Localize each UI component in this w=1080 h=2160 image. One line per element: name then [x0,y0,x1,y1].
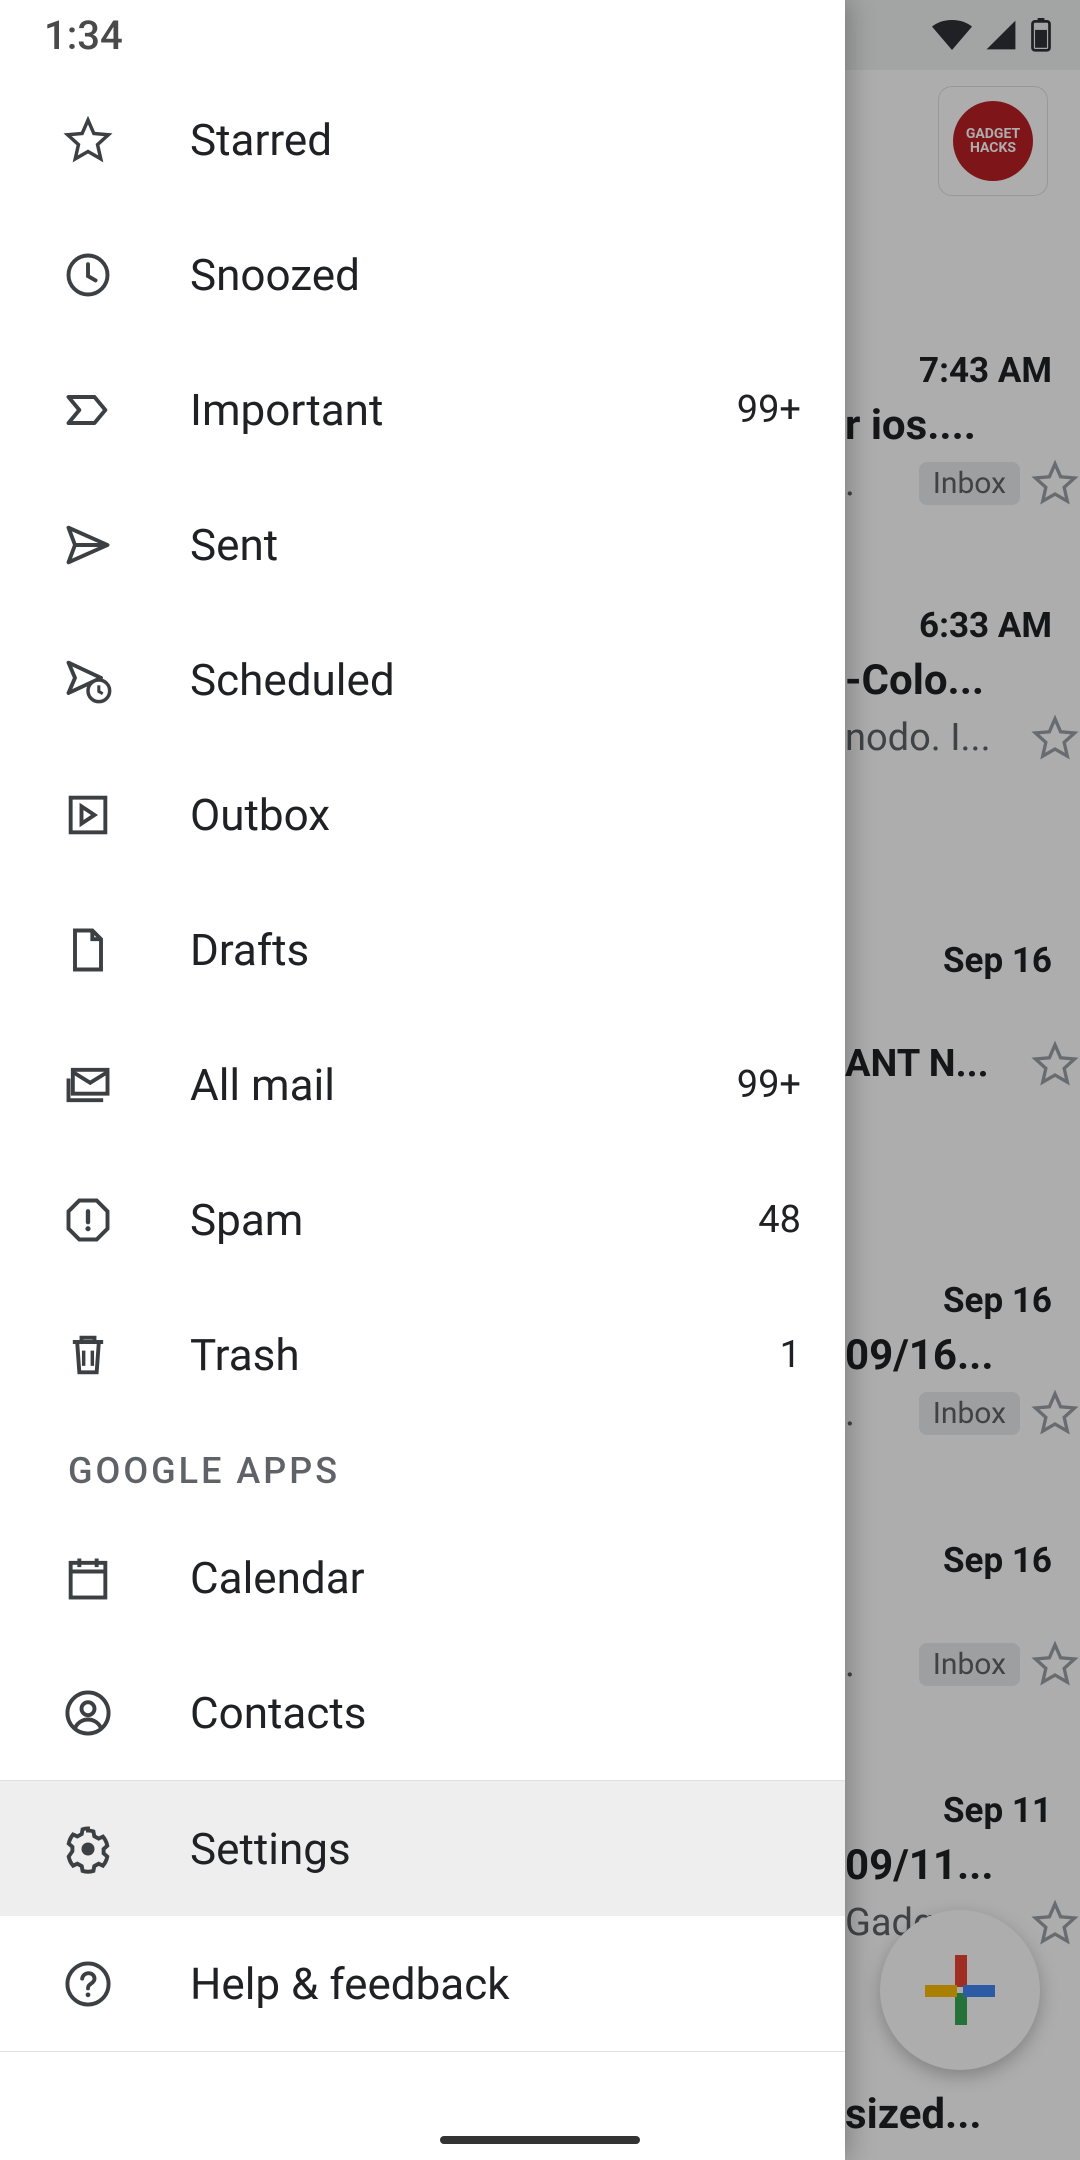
status-time: 1:34 [44,12,123,59]
clock-icon [62,249,114,301]
drawer-item-label: Settings [190,1823,801,1875]
drawer-section-header: GOOGLE APPS [0,1422,845,1510]
drawer-item-allmail[interactable]: All mail 99+ [0,1017,845,1152]
drawer-item-label: Important [190,384,737,436]
drawer-item-label: Sent [190,519,801,571]
file-icon [62,924,114,976]
drawer-item-label: Spam [190,1194,758,1246]
important-label-icon [62,384,114,436]
send-icon [62,519,114,571]
drawer-item-sent[interactable]: Sent [0,477,845,612]
drawer-scrim[interactable] [845,0,1080,2160]
divider [0,2051,845,2052]
outbox-icon [62,789,114,841]
drawer-item-label: All mail [190,1059,737,1111]
drawer-item-trash[interactable]: Trash 1 [0,1287,845,1422]
drawer-item-label: Trash [190,1329,780,1381]
navigation-drawer: Starred Snoozed Important 99+ Sent [0,0,845,2160]
gesture-nav-handle[interactable] [440,2136,640,2144]
drawer-item-starred[interactable]: Starred [0,72,845,207]
drawer-item-important[interactable]: Important 99+ [0,342,845,477]
scheduled-send-icon [62,654,114,706]
wifi-icon [932,19,972,51]
star-outline-icon [62,114,114,166]
calendar-icon [62,1552,114,1604]
drawer-item-label: Starred [190,114,801,166]
drawer-item-count: 48 [758,1198,801,1242]
battery-icon [1030,18,1052,52]
drawer-item-settings[interactable]: Settings [0,1781,845,1916]
drawer-item-label: Drafts [190,924,801,976]
person-circle-icon [62,1687,114,1739]
gear-icon [62,1823,114,1875]
drawer-item-label: Snoozed [190,249,801,301]
drawer-item-scheduled[interactable]: Scheduled [0,612,845,747]
drawer-item-label: Contacts [190,1687,801,1739]
drawer-item-label: Calendar [190,1552,801,1604]
status-bar: 1:34 [0,0,1080,70]
drawer-item-count: 99+ [737,388,801,432]
drawer-item-count: 1 [780,1333,801,1377]
drawer-item-help[interactable]: Help & feedback [0,1916,845,2051]
drawer-item-spam[interactable]: Spam 48 [0,1152,845,1287]
help-circle-icon [62,1958,114,2010]
drawer-item-calendar[interactable]: Calendar [0,1510,845,1645]
drawer-item-count: 99+ [737,1063,801,1107]
drawer-item-drafts[interactable]: Drafts [0,882,845,1017]
drawer-item-snoozed[interactable]: Snoozed [0,207,845,342]
drawer-item-outbox[interactable]: Outbox [0,747,845,882]
spam-octagon-icon [62,1194,114,1246]
drawer-item-label: Help & feedback [190,1958,801,2010]
drawer-item-label: Outbox [190,789,801,841]
drawer-item-label: Scheduled [190,654,801,706]
drawer-item-contacts[interactable]: Contacts [0,1645,845,1780]
trash-icon [62,1329,114,1381]
cellular-signal-icon [984,19,1018,51]
stacked-mail-icon [62,1059,114,1111]
